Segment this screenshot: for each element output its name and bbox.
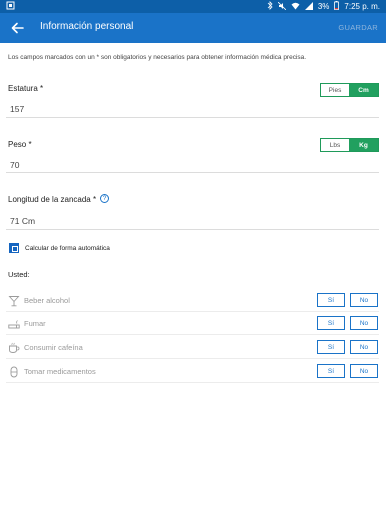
save-button[interactable]: GUARDAR [338,23,378,32]
bluetooth-icon [267,1,273,12]
weight-divider [6,172,379,173]
signal-icon [304,1,313,12]
height-label: Estatura * [8,84,44,93]
notification-icon [6,1,15,12]
weight-input[interactable]: 70 [10,160,19,170]
habit-row: Consumir cafeína Sí No [6,336,379,359]
no-button[interactable]: No [350,364,378,378]
unit-kg-option[interactable]: Kg [349,139,378,151]
wifi-icon [291,2,300,12]
unit-feet-option[interactable]: Pies [321,84,349,96]
habit-row: Fumar Sí No [6,312,379,335]
mute-icon [277,1,287,12]
yes-button[interactable]: Sí [317,316,345,330]
habit-label: Consumir cafeína [24,343,83,352]
auto-calculate-checkbox[interactable] [9,243,19,253]
cigarette-icon [8,317,20,329]
height-input[interactable]: 157 [10,104,24,114]
help-icon[interactable]: ? [100,194,109,203]
weight-label: Peso * [8,140,32,149]
yes-button[interactable]: Sí [317,293,345,307]
row-divider [6,382,379,383]
row-divider [6,334,379,335]
habits-heading: Usted: [8,270,30,279]
stride-label: Longitud de la zancada * [8,195,97,204]
cocktail-icon [8,294,20,307]
weight-unit-toggle: Lbs Kg [320,138,379,152]
stride-divider [6,229,379,230]
page-title: Información personal [40,21,134,32]
back-arrow-icon[interactable] [8,18,28,38]
app-bar: Información personal GUARDAR [0,13,386,43]
coffee-cup-icon [8,341,20,353]
stride-input[interactable]: 71 Cm [10,216,35,226]
height-unit-toggle: Pies Cm [320,83,379,97]
clock: 7:25 p. m. [344,2,380,11]
no-button[interactable]: No [350,340,378,354]
habit-label: Tomar medicamentos [24,367,96,376]
unit-lbs-option[interactable]: Lbs [321,139,349,151]
yes-button[interactable]: Sí [317,340,345,354]
habit-row: Tomar medicamentos Sí No [6,360,379,383]
battery-percent: 3% [317,2,330,11]
habit-label: Beber alcohol [24,296,70,305]
status-bar: 3% 7:25 p. m. [0,0,386,13]
yes-button[interactable]: Sí [317,364,345,378]
unit-cm-option[interactable]: Cm [349,84,378,96]
battery-icon [334,1,340,12]
auto-calculate-label: Calcular de forma automática [25,245,110,252]
pill-icon [8,365,20,378]
height-divider [6,117,379,118]
habit-row: Beber alcohol Sí No [6,289,379,312]
required-fields-note: Los campos marcados con un * son obligat… [8,54,307,61]
no-button[interactable]: No [350,316,378,330]
habit-label: Fumar [24,319,46,328]
no-button[interactable]: No [350,293,378,307]
row-divider [6,358,379,359]
